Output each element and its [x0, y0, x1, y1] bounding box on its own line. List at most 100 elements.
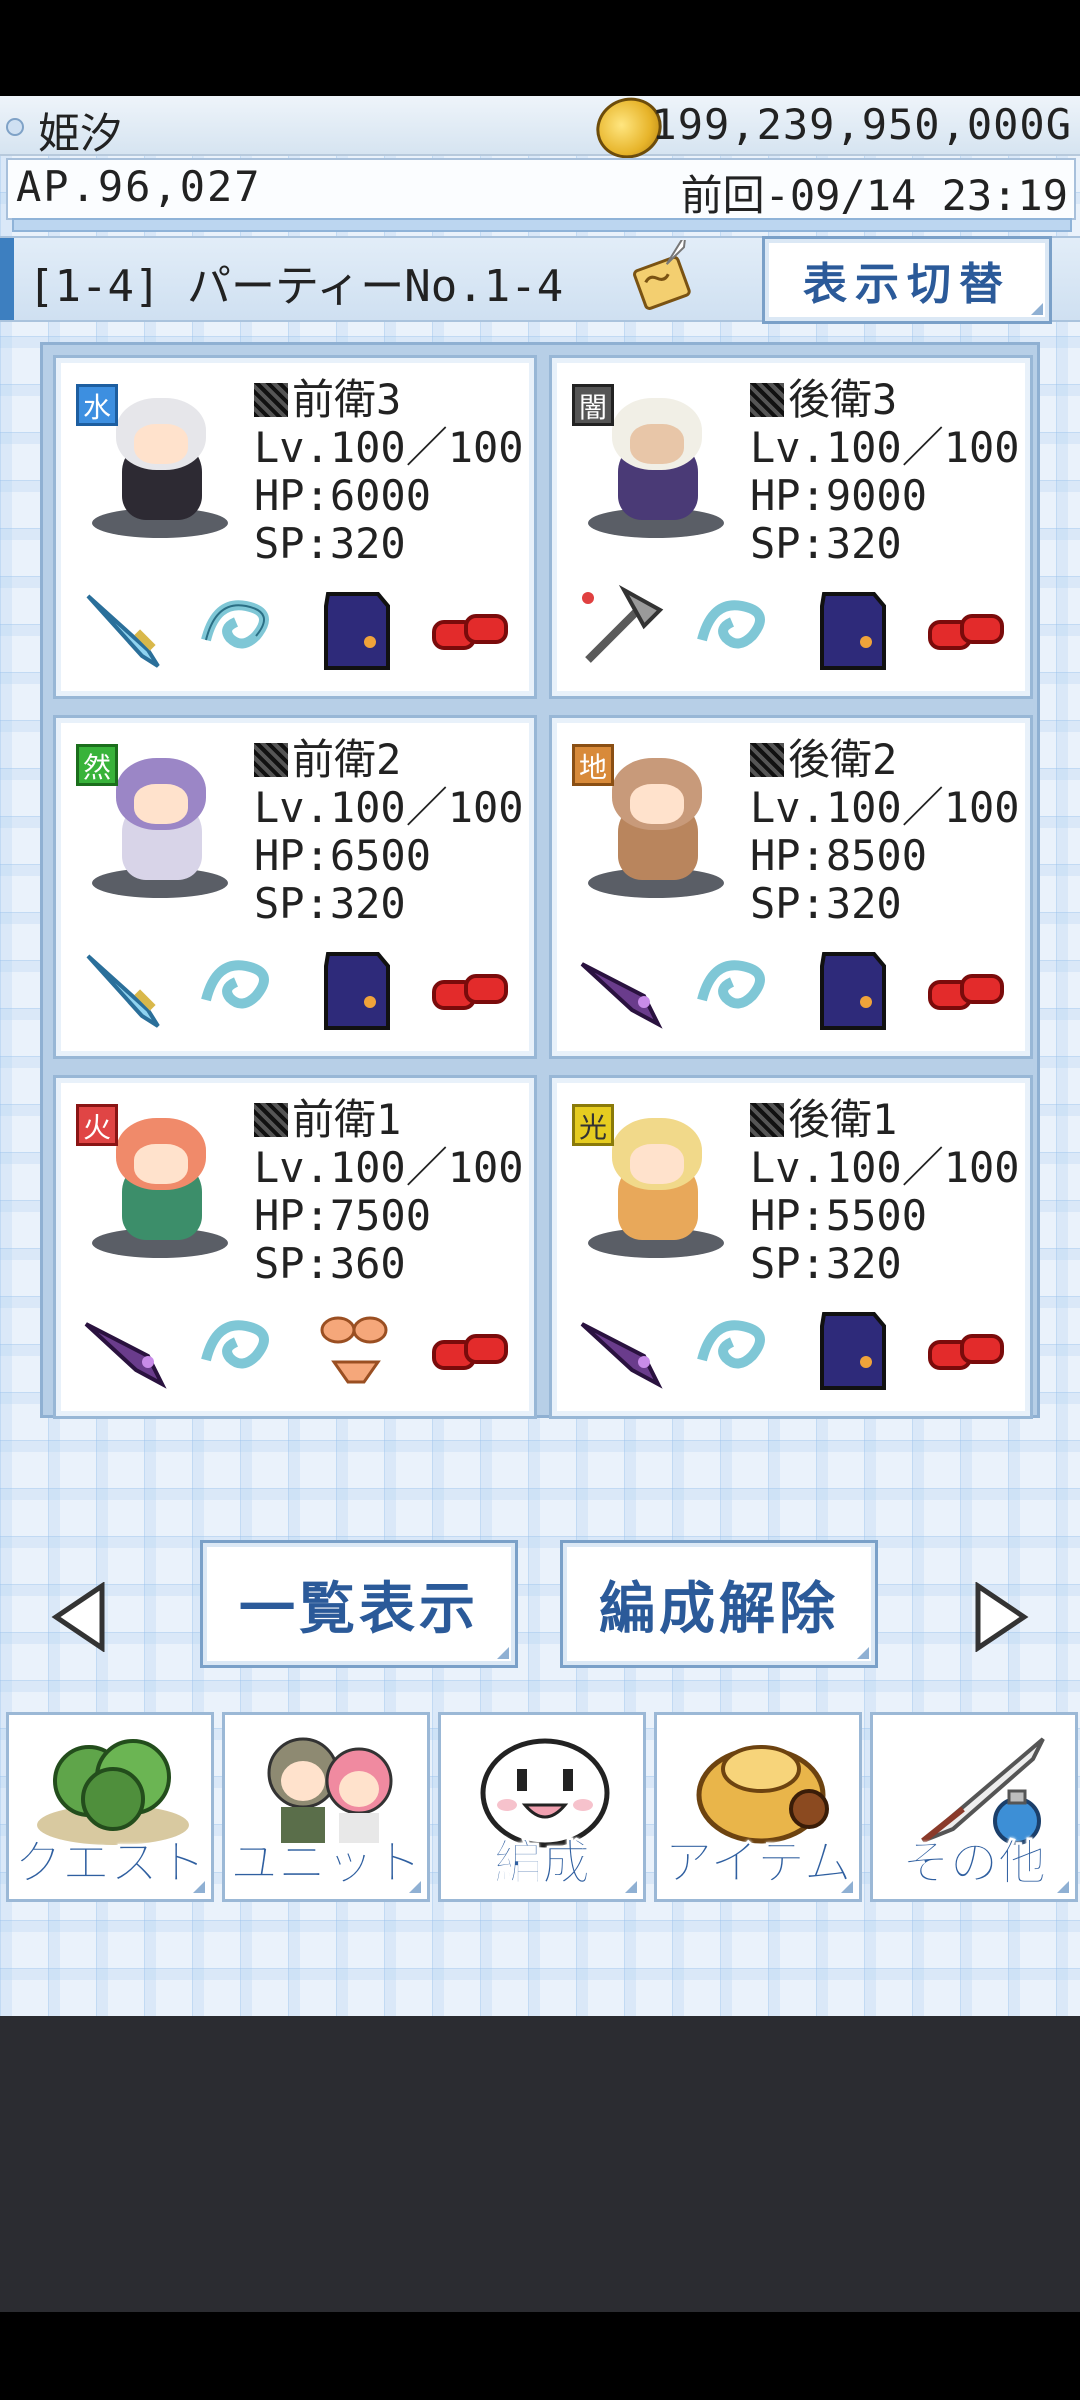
swimsuit-icon[interactable]	[308, 1300, 404, 1396]
unit-level: Lv.100／100	[750, 423, 1020, 472]
shoes-icon[interactable]	[422, 580, 518, 676]
element-badge: 闇	[572, 384, 614, 426]
menu-label: クエスト	[13, 1835, 206, 1892]
next-party-arrow-icon[interactable]	[970, 1582, 1030, 1652]
unit-card-front-1[interactable]: 火 前衛1 Lv.100／100 HP:7500 SP:360	[53, 1075, 537, 1419]
scarf-icon[interactable]	[192, 940, 288, 1036]
armor-icon[interactable]	[804, 940, 900, 1036]
system-navigation-bar	[0, 2312, 1080, 2400]
party-name: [1-4] パーティーNo.1-4	[28, 261, 564, 312]
armor-icon[interactable]	[804, 1300, 900, 1396]
menu-label: その他	[901, 1835, 1046, 1892]
axe-icon[interactable]	[574, 580, 670, 676]
ap-value: AP.96,027	[16, 162, 262, 211]
previous-party-arrow-icon[interactable]	[50, 1582, 110, 1652]
last-login: 前回-09/14 23:19	[680, 171, 1068, 220]
gun-icon[interactable]	[574, 940, 670, 1036]
unit-position: 後衛3	[788, 375, 898, 424]
unit-hp: HP:5500	[750, 1191, 928, 1240]
shoes-icon[interactable]	[918, 1300, 1014, 1396]
player-header: 姫汐 199,239,950,000G	[0, 88, 1080, 168]
unit-level: Lv.100／100	[254, 783, 524, 832]
unit-stats: 前衛3 Lv.100／100 HP:6000 SP:320	[254, 376, 524, 568]
element-badge: 然	[76, 744, 118, 786]
position-icon	[750, 743, 784, 777]
unit-sp: SP:320	[750, 879, 902, 928]
shoes-icon[interactable]	[918, 940, 1014, 1036]
list-view-button[interactable]: 一覧表示	[200, 1540, 518, 1668]
scarf-icon[interactable]	[688, 940, 784, 1036]
release-formation-button[interactable]: 編成解除	[560, 1540, 878, 1668]
unit-level: Lv.100／100	[750, 783, 1020, 832]
position-icon	[750, 383, 784, 417]
empty-area	[0, 2016, 1080, 2312]
gun-icon[interactable]	[78, 1300, 174, 1396]
game-screen: 姫汐 199,239,950,000G AP.96,027 前回-09/14 2…	[0, 88, 1080, 2016]
scarf-icon[interactable]	[192, 1300, 288, 1396]
unit-card-front-2[interactable]: 然 前衛2 Lv.100／100 HP:6500 SP:320	[53, 715, 537, 1059]
unit-hp: HP:7500	[254, 1191, 432, 1240]
unit-level: Lv.100／100	[254, 1143, 524, 1192]
scarf-icon[interactable]	[192, 580, 288, 676]
element-badge: 水	[76, 384, 118, 426]
unit-stats: 後衛2 Lv.100／100 HP:8500 SP:320	[750, 736, 1020, 928]
header-dot-icon	[6, 118, 24, 136]
shoes-icon[interactable]	[422, 940, 518, 1036]
unit-stats: 前衛1 Lv.100／100 HP:7500 SP:360	[254, 1096, 524, 1288]
unit-position: 前衛2	[292, 735, 402, 784]
ap-gauge	[12, 218, 1072, 232]
position-icon	[254, 1103, 288, 1137]
gun-icon[interactable]	[574, 1300, 670, 1396]
unit-hp: HP:6000	[254, 471, 432, 520]
unit-position: 前衛3	[292, 375, 402, 424]
unit-sp: SP:320	[254, 519, 406, 568]
unit-sp: SP:320	[750, 1239, 902, 1288]
armor-icon[interactable]	[308, 940, 404, 1036]
element-badge: 光	[572, 1104, 614, 1146]
unit-card-front-3[interactable]: 水 前衛3 Lv.100／100 HP:6000 SP:320	[53, 355, 537, 699]
scarf-icon[interactable]	[688, 1300, 784, 1396]
unit-hp: HP:9000	[750, 471, 928, 520]
unit-level: Lv.100／100	[750, 1143, 1020, 1192]
main-menu: クエスト ユニット 編成 アイテム その他	[0, 1712, 1080, 1902]
rename-scroll-icon[interactable]	[624, 240, 704, 320]
menu-other[interactable]: その他	[870, 1712, 1078, 1902]
party-accent	[0, 238, 14, 320]
unit-position: 前衛1	[292, 1095, 402, 1144]
element-badge: 火	[76, 1104, 118, 1146]
unit-hp: HP:8500	[750, 831, 928, 880]
unit-hp: HP:6500	[254, 831, 432, 880]
unit-card-back-1[interactable]: 光 後衛1 Lv.100／100 HP:5500 SP:320	[549, 1075, 1033, 1419]
position-icon	[254, 383, 288, 417]
position-icon	[254, 743, 288, 777]
unit-level: Lv.100／100	[254, 423, 524, 472]
menu-unit[interactable]: ユニット	[222, 1712, 430, 1902]
unit-sp: SP:320	[254, 879, 406, 928]
sword-icon[interactable]	[78, 580, 174, 676]
player-name: 姫汐	[38, 109, 123, 158]
unit-card-back-2[interactable]: 地 後衛2 Lv.100／100 HP:8500 SP:320	[549, 715, 1033, 1059]
unit-card-back-3[interactable]: 闇 後衛3 Lv.100／100 HP:9000 SP:320	[549, 355, 1033, 699]
menu-quest[interactable]: クエスト	[6, 1712, 214, 1902]
element-badge: 地	[572, 744, 614, 786]
position-icon	[750, 1103, 784, 1137]
armor-icon[interactable]	[804, 580, 900, 676]
menu-formation[interactable]: 編成	[438, 1712, 646, 1902]
unit-position: 後衛2	[788, 735, 898, 784]
gold-amount: 199,239,950,000G	[651, 100, 1072, 149]
system-status-bar	[0, 0, 1080, 96]
menu-label: アイテム	[664, 1835, 852, 1892]
unit-stats: 後衛3 Lv.100／100 HP:9000 SP:320	[750, 376, 1020, 568]
menu-label: ユニット	[229, 1835, 422, 1892]
menu-label: 編成	[493, 1835, 590, 1892]
unit-sp: SP:360	[254, 1239, 406, 1288]
display-switch-button[interactable]: 表示切替	[762, 236, 1052, 324]
shoes-icon[interactable]	[422, 1300, 518, 1396]
armor-icon[interactable]	[308, 580, 404, 676]
ap-row: AP.96,027 前回-09/14 23:19	[6, 158, 1076, 220]
unit-stats: 後衛1 Lv.100／100 HP:5500 SP:320	[750, 1096, 1020, 1288]
sword-icon[interactable]	[78, 940, 174, 1036]
shoes-icon[interactable]	[918, 580, 1014, 676]
scarf-icon[interactable]	[688, 580, 784, 676]
menu-item-shop[interactable]: アイテム	[654, 1712, 862, 1902]
